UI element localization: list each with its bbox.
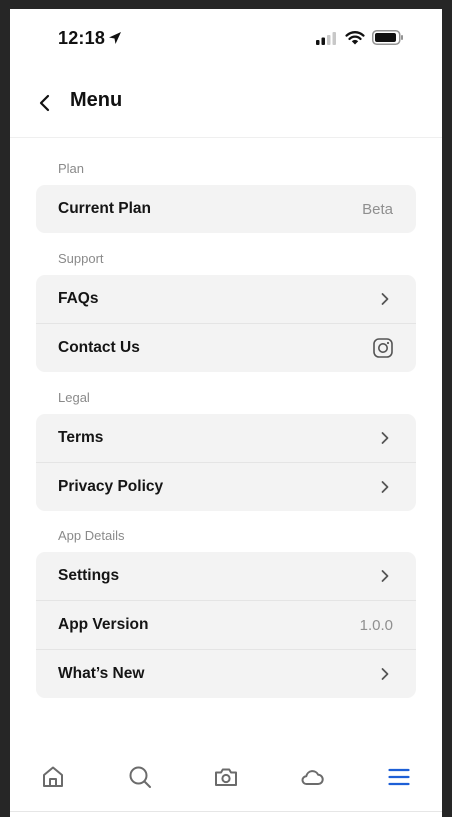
tab-bar xyxy=(10,749,442,817)
chevron-right-icon xyxy=(381,481,389,493)
plan-group: Current Plan Beta xyxy=(36,185,416,233)
section-label-support: Support xyxy=(58,251,104,266)
location-arrow-icon xyxy=(109,32,121,44)
chevron-right-icon xyxy=(381,668,389,680)
phone-screen: 12:18 Menu Plan Current Plan Beta Suppor… xyxy=(10,9,442,817)
settings-label: Settings xyxy=(58,567,120,584)
faqs-row[interactable]: FAQs xyxy=(36,275,416,323)
bottom-divider xyxy=(10,811,442,812)
chevron-right-icon xyxy=(381,293,389,305)
header: Menu xyxy=(10,67,442,138)
camera-icon[interactable] xyxy=(213,764,239,790)
terms-row[interactable]: Terms xyxy=(36,414,416,462)
app-details-group: Settings App Version 1.0.0 What’s New xyxy=(36,552,416,698)
whats-new-row[interactable]: What’s New xyxy=(36,649,416,698)
back-chevron-icon[interactable] xyxy=(34,92,56,114)
contact-us-label: Contact Us xyxy=(58,339,140,356)
wifi-icon xyxy=(345,31,365,45)
privacy-policy-label: Privacy Policy xyxy=(58,478,164,495)
page-title: Menu xyxy=(70,89,123,111)
status-bar: 12:18 xyxy=(10,9,442,67)
cellular-signal-icon xyxy=(316,32,336,45)
faqs-label: FAQs xyxy=(58,290,99,307)
section-label-legal: Legal xyxy=(58,390,90,405)
chevron-right-icon xyxy=(381,570,389,582)
settings-row[interactable]: Settings xyxy=(36,552,416,600)
instagram-icon xyxy=(373,338,393,358)
privacy-policy-row[interactable]: Privacy Policy xyxy=(36,462,416,511)
cloud-icon[interactable] xyxy=(299,764,325,790)
contact-us-row[interactable]: Contact Us xyxy=(36,323,416,372)
terms-label: Terms xyxy=(58,429,104,446)
app-version-value: 1.0.0 xyxy=(359,617,393,634)
current-plan-value: Beta xyxy=(362,201,393,218)
current-plan-row[interactable]: Current Plan Beta xyxy=(36,185,416,233)
menu-icon[interactable] xyxy=(386,764,412,790)
search-icon[interactable] xyxy=(127,764,153,790)
current-plan-label: Current Plan xyxy=(58,200,152,217)
status-time: 12:18 xyxy=(58,28,106,48)
app-version-row: App Version 1.0.0 xyxy=(36,600,416,649)
chevron-right-icon xyxy=(381,432,389,444)
home-icon[interactable] xyxy=(40,764,66,790)
app-version-label: App Version xyxy=(58,616,149,633)
battery-icon xyxy=(372,30,403,45)
section-label-plan: Plan xyxy=(58,161,85,176)
whats-new-label: What’s New xyxy=(58,665,145,682)
legal-group: Terms Privacy Policy xyxy=(36,414,416,511)
section-label-app-details: App Details xyxy=(58,528,125,543)
support-group: FAQs Contact Us xyxy=(36,275,416,372)
